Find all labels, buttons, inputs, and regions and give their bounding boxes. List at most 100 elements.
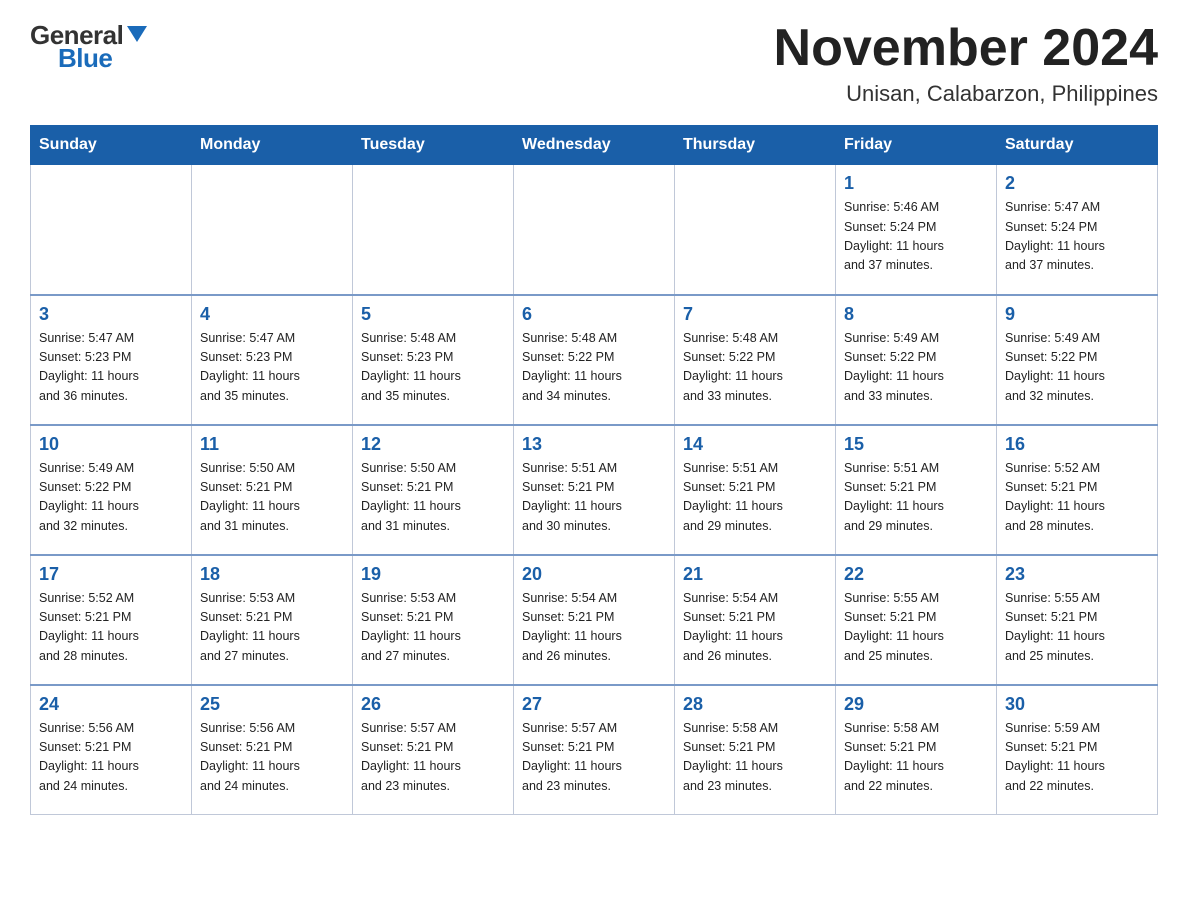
- day-number: 16: [1005, 434, 1149, 455]
- title-block: November 2024 Unisan, Calabarzon, Philip…: [774, 20, 1158, 107]
- day-info: Sunrise: 5:53 AMSunset: 5:21 PMDaylight:…: [200, 589, 344, 667]
- day-info: Sunrise: 5:52 AMSunset: 5:21 PMDaylight:…: [1005, 459, 1149, 537]
- day-info: Sunrise: 5:59 AMSunset: 5:21 PMDaylight:…: [1005, 719, 1149, 797]
- calendar-cell: [192, 165, 353, 295]
- calendar-body: 1 Sunrise: 5:46 AMSunset: 5:24 PMDaylight…: [31, 165, 1158, 815]
- calendar-cell: 2 Sunrise: 5:47 AMSunset: 5:24 PMDaylight…: [997, 165, 1158, 295]
- day-info: Sunrise: 5:53 AMSunset: 5:21 PMDaylight:…: [361, 589, 505, 667]
- day-info: Sunrise: 5:51 AMSunset: 5:21 PMDaylight:…: [844, 459, 988, 537]
- day-number: 9: [1005, 304, 1149, 325]
- day-number: 11: [200, 434, 344, 455]
- day-number: 4: [200, 304, 344, 325]
- calendar-cell: 5 Sunrise: 5:48 AMSunset: 5:23 PMDaylight…: [353, 295, 514, 425]
- calendar-cell: 24 Sunrise: 5:56 AMSunset: 5:21 PMDayligh…: [31, 685, 192, 815]
- calendar-cell: 13Sunrise: 5:51 AMSunset: 5:21 PMDayligh…: [514, 425, 675, 555]
- calendar-cell: 16 Sunrise: 5:52 AMSunset: 5:21 PMDayligh…: [997, 425, 1158, 555]
- weekday-header-tuesday: Tuesday: [353, 126, 514, 165]
- logo: General Blue: [30, 20, 147, 74]
- weekday-header-monday: Monday: [192, 126, 353, 165]
- day-info: Sunrise: 5:52 AMSunset: 5:21 PMDaylight:…: [39, 589, 183, 667]
- day-info: Sunrise: 5:47 AMSunset: 5:23 PMDaylight:…: [39, 329, 183, 407]
- weekday-header-sunday: Sunday: [31, 126, 192, 165]
- day-number: 15: [844, 434, 988, 455]
- calendar-cell: 4 Sunrise: 5:47 AMSunset: 5:23 PMDaylight…: [192, 295, 353, 425]
- day-number: 22: [844, 564, 988, 585]
- calendar-cell: 1 Sunrise: 5:46 AMSunset: 5:24 PMDaylight…: [836, 165, 997, 295]
- day-info: Sunrise: 5:51 AMSunset: 5:21 PMDaylight:…: [683, 459, 827, 537]
- calendar-cell: [31, 165, 192, 295]
- calendar-cell: 30Sunrise: 5:59 AMSunset: 5:21 PMDayligh…: [997, 685, 1158, 815]
- day-number: 23: [1005, 564, 1149, 585]
- day-number: 12: [361, 434, 505, 455]
- day-info: Sunrise: 5:48 AMSunset: 5:23 PMDaylight:…: [361, 329, 505, 407]
- calendar-table: SundayMondayTuesdayWednesdayThursdayFrid…: [30, 125, 1158, 815]
- page-title: November 2024: [774, 20, 1158, 77]
- calendar-cell: 10 Sunrise: 5:49 AMSunset: 5:22 PMDayligh…: [31, 425, 192, 555]
- calendar-cell: [514, 165, 675, 295]
- day-info: Sunrise: 5:49 AMSunset: 5:22 PMDaylight:…: [39, 459, 183, 537]
- day-info: Sunrise: 5:50 AMSunset: 5:21 PMDaylight:…: [361, 459, 505, 537]
- day-info: Sunrise: 5:56 AMSunset: 5:21 PMDaylight:…: [39, 719, 183, 797]
- calendar-cell: 3 Sunrise: 5:47 AMSunset: 5:23 PMDaylight…: [31, 295, 192, 425]
- calendar-cell: 28Sunrise: 5:58 AMSunset: 5:21 PMDayligh…: [675, 685, 836, 815]
- day-info: Sunrise: 5:58 AMSunset: 5:21 PMDaylight:…: [844, 719, 988, 797]
- calendar-cell: 21Sunrise: 5:54 AMSunset: 5:21 PMDayligh…: [675, 555, 836, 685]
- day-number: 14: [683, 434, 827, 455]
- day-number: 17: [39, 564, 183, 585]
- day-number: 29: [844, 694, 988, 715]
- calendar-cell: 20Sunrise: 5:54 AMSunset: 5:21 PMDayligh…: [514, 555, 675, 685]
- calendar-cell: 11 Sunrise: 5:50 AMSunset: 5:21 PMDayligh…: [192, 425, 353, 555]
- day-info: Sunrise: 5:57 AMSunset: 5:21 PMDaylight:…: [361, 719, 505, 797]
- calendar-cell: 14 Sunrise: 5:51 AMSunset: 5:21 PMDayligh…: [675, 425, 836, 555]
- weekday-header-thursday: Thursday: [675, 126, 836, 165]
- page-header: General Blue November 2024 Unisan, Calab…: [30, 20, 1158, 107]
- day-number: 6: [522, 304, 666, 325]
- day-number: 7: [683, 304, 827, 325]
- calendar-cell: 9 Sunrise: 5:49 AMSunset: 5:22 PMDaylight…: [997, 295, 1158, 425]
- day-number: 21: [683, 564, 827, 585]
- day-info: Sunrise: 5:50 AMSunset: 5:21 PMDaylight:…: [200, 459, 344, 537]
- day-info: Sunrise: 5:49 AMSunset: 5:22 PMDaylight:…: [1005, 329, 1149, 407]
- day-number: 3: [39, 304, 183, 325]
- day-number: 28: [683, 694, 827, 715]
- day-number: 5: [361, 304, 505, 325]
- day-info: Sunrise: 5:55 AMSunset: 5:21 PMDaylight:…: [1005, 589, 1149, 667]
- day-info: Sunrise: 5:48 AMSunset: 5:22 PMDaylight:…: [522, 329, 666, 407]
- calendar-cell: 8 Sunrise: 5:49 AMSunset: 5:22 PMDaylight…: [836, 295, 997, 425]
- weekday-header-saturday: Saturday: [997, 126, 1158, 165]
- day-info: Sunrise: 5:56 AMSunset: 5:21 PMDaylight:…: [200, 719, 344, 797]
- logo-triangle-icon: [127, 26, 147, 42]
- calendar-cell: 7Sunrise: 5:48 AMSunset: 5:22 PMDaylight…: [675, 295, 836, 425]
- day-info: Sunrise: 5:51 AMSunset: 5:21 PMDaylight:…: [522, 459, 666, 537]
- page-subtitle: Unisan, Calabarzon, Philippines: [774, 81, 1158, 107]
- day-info: Sunrise: 5:57 AMSunset: 5:21 PMDaylight:…: [522, 719, 666, 797]
- day-number: 2: [1005, 173, 1149, 194]
- day-number: 20: [522, 564, 666, 585]
- day-number: 18: [200, 564, 344, 585]
- day-number: 26: [361, 694, 505, 715]
- calendar-header: SundayMondayTuesdayWednesdayThursdayFrid…: [31, 126, 1158, 165]
- weekday-header-friday: Friday: [836, 126, 997, 165]
- day-number: 8: [844, 304, 988, 325]
- weekday-row: SundayMondayTuesdayWednesdayThursdayFrid…: [31, 126, 1158, 165]
- calendar-cell: 22 Sunrise: 5:55 AMSunset: 5:21 PMDayligh…: [836, 555, 997, 685]
- calendar-cell: 26 Sunrise: 5:57 AMSunset: 5:21 PMDayligh…: [353, 685, 514, 815]
- calendar-cell: 15 Sunrise: 5:51 AMSunset: 5:21 PMDayligh…: [836, 425, 997, 555]
- calendar-cell: 17 Sunrise: 5:52 AMSunset: 5:21 PMDayligh…: [31, 555, 192, 685]
- calendar-cell: [353, 165, 514, 295]
- day-number: 1: [844, 173, 988, 194]
- day-info: Sunrise: 5:55 AMSunset: 5:21 PMDaylight:…: [844, 589, 988, 667]
- day-info: Sunrise: 5:47 AMSunset: 5:23 PMDaylight:…: [200, 329, 344, 407]
- day-number: 27: [522, 694, 666, 715]
- calendar-week-5: 24 Sunrise: 5:56 AMSunset: 5:21 PMDayligh…: [31, 685, 1158, 815]
- day-number: 19: [361, 564, 505, 585]
- day-number: 10: [39, 434, 183, 455]
- weekday-header-wednesday: Wednesday: [514, 126, 675, 165]
- day-info: Sunrise: 5:46 AMSunset: 5:24 PMDaylight:…: [844, 198, 988, 276]
- day-info: Sunrise: 5:47 AMSunset: 5:24 PMDaylight:…: [1005, 198, 1149, 276]
- calendar-cell: 27 Sunrise: 5:57 AMSunset: 5:21 PMDayligh…: [514, 685, 675, 815]
- calendar-cell: 23 Sunrise: 5:55 AMSunset: 5:21 PMDayligh…: [997, 555, 1158, 685]
- day-info: Sunrise: 5:49 AMSunset: 5:22 PMDaylight:…: [844, 329, 988, 407]
- calendar-week-2: 3 Sunrise: 5:47 AMSunset: 5:23 PMDaylight…: [31, 295, 1158, 425]
- day-number: 24: [39, 694, 183, 715]
